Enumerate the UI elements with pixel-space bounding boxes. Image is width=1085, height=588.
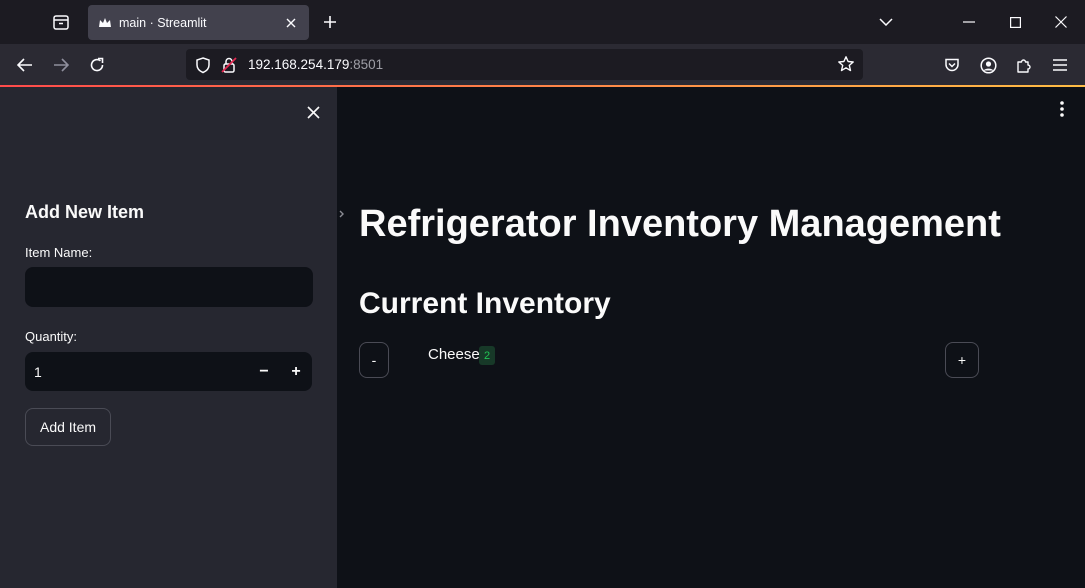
item-name-label: Item Name: <box>25 245 93 260</box>
tracking-protection-icon[interactable] <box>194 56 212 74</box>
maximize-icon[interactable] <box>1005 12 1025 32</box>
list-all-tabs-icon[interactable] <box>876 12 896 32</box>
quantity-increment-button[interactable]: + <box>280 352 312 391</box>
increase-item-button[interactable]: + <box>945 342 979 378</box>
back-icon[interactable] <box>14 54 36 76</box>
sidebar-collapse-chevron-icon[interactable] <box>334 201 350 227</box>
quantity-stepper: 1 − + <box>25 352 312 391</box>
extensions-icon[interactable] <box>1013 54 1035 76</box>
reload-icon[interactable] <box>86 54 108 76</box>
bookmark-star-icon[interactable] <box>837 55 855 73</box>
item-name-input[interactable] <box>25 267 313 307</box>
inventory-item-quantity-badge: 2 <box>479 346 496 365</box>
insecure-lock-icon[interactable] <box>220 56 238 74</box>
add-item-button[interactable]: Add Item <box>25 408 111 446</box>
sidebar: Add New Item Item Name: Quantity: 1 − + … <box>0 87 337 588</box>
browser-tab-active[interactable]: main · Streamlit <box>88 5 309 40</box>
pocket-icon[interactable] <box>941 54 963 76</box>
browser-tab-bar: main · Streamlit <box>0 0 1085 44</box>
app-menu-icon[interactable] <box>1049 54 1071 76</box>
quantity-input[interactable]: 1 <box>25 364 248 380</box>
page-title: Refrigerator Inventory Management <box>359 203 1001 245</box>
tab-title: main · Streamlit <box>119 15 207 30</box>
new-tab-icon[interactable] <box>320 12 340 32</box>
quantity-label: Quantity: <box>25 329 78 344</box>
decrease-item-button[interactable]: - <box>359 342 389 378</box>
firefox-view-icon[interactable] <box>48 11 74 33</box>
main-menu-kebab-icon[interactable] <box>1052 99 1072 119</box>
browser-nav-bar: 192.168.254.179:8501 <box>0 44 1085 86</box>
forward-icon[interactable] <box>50 54 72 76</box>
section-title: Current Inventory <box>359 287 611 320</box>
minimize-icon[interactable] <box>959 12 979 32</box>
url-host: 192.168.254.179 <box>248 57 350 72</box>
quantity-decrement-button[interactable]: − <box>248 352 280 391</box>
close-window-icon[interactable] <box>1051 12 1071 32</box>
close-tab-icon[interactable] <box>283 15 299 31</box>
inventory-item-name: Cheese <box>428 346 480 363</box>
sidebar-heading: Add New Item <box>25 202 145 222</box>
address-bar[interactable]: 192.168.254.179:8501 <box>186 49 863 80</box>
account-icon[interactable] <box>977 54 999 76</box>
close-sidebar-icon[interactable] <box>303 102 323 122</box>
url-text: 192.168.254.179:8501 <box>248 57 383 72</box>
url-port: :8501 <box>349 57 384 72</box>
streamlit-crown-icon <box>97 15 113 31</box>
